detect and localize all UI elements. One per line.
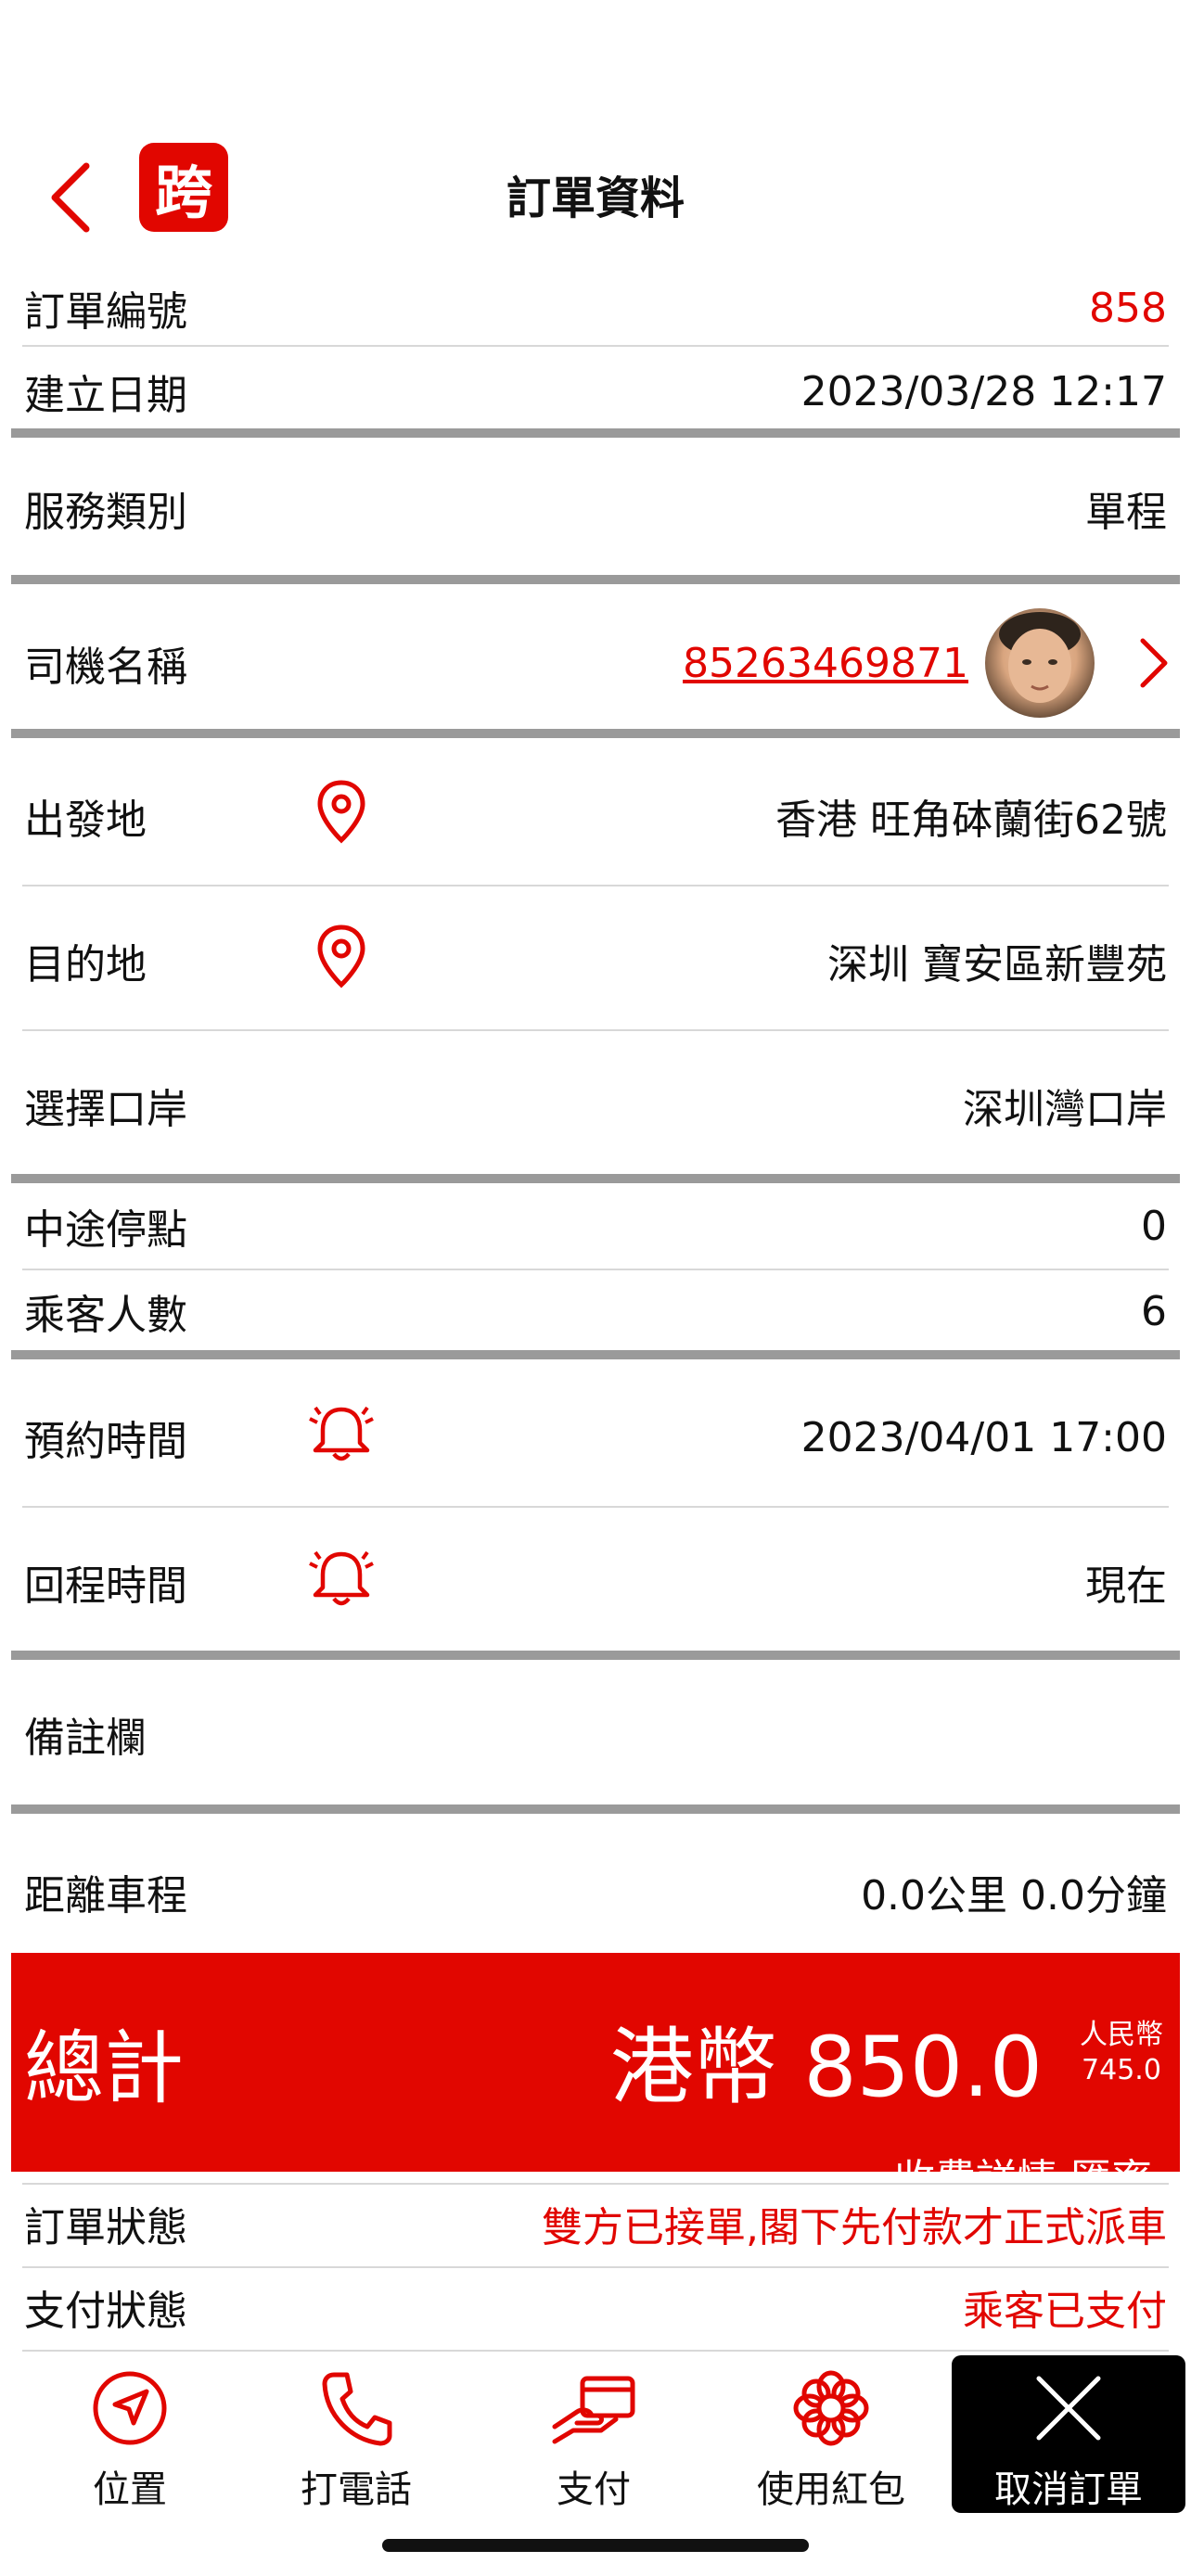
rmb-amount: 745.0 [1082, 2054, 1161, 2086]
total-amount-hkd: 港幣 850.0 [609, 2019, 1043, 2116]
use-coupon-button[interactable]: 使用紅包 [738, 2355, 924, 2513]
bottom-toolbar: 位置 打電話 支付 使用紅包 取消訂單 [0, 2355, 1191, 2513]
return-time-row[interactable]: 回程時間 現在 [22, 1545, 1169, 1619]
order-status-label: 訂單狀態 [24, 2204, 187, 2251]
divider [22, 1269, 1169, 1270]
payment-status-value: 乘客已支付 [963, 2288, 1167, 2335]
created-date-row: 建立日期 2023/03/28 12:17 [22, 362, 1169, 421]
distance-label: 距離車程 [24, 1872, 187, 1919]
port-label: 選擇口岸 [24, 1086, 187, 1133]
driver-avatar[interactable] [985, 608, 1095, 718]
alarm-bell-icon [306, 1400, 377, 1467]
order-number-row: 訂單編號 858 [22, 278, 1169, 338]
passengers-row: 乘客人數 6 [22, 1282, 1169, 1341]
return-time-value: 現在 [1085, 1562, 1167, 1610]
map-pin-icon [315, 779, 367, 844]
section-divider [11, 1174, 1180, 1183]
passengers-value: 6 [1141, 1287, 1167, 1335]
destination-row[interactable]: 目的地 深圳 寶安區新豐苑 [22, 924, 1169, 998]
payment-card-icon [549, 2363, 638, 2454]
page-title: 訂單資料 [506, 172, 685, 224]
driver-label: 司機名稱 [24, 644, 187, 691]
distance-value: 0.0公里 0.0分鐘 [861, 1872, 1167, 1919]
destination-value: 深圳 寶安區新豐苑 [827, 941, 1167, 988]
stops-label: 中途停點 [24, 1206, 187, 1254]
fee-detail-link[interactable]: 收費詳情 匯率 [894, 2146, 1152, 2172]
passengers-label: 乘客人數 [24, 1292, 187, 1339]
created-date-value: 2023/03/28 12:17 [800, 367, 1167, 415]
distance-row: 距離車程 0.0公里 0.0分鐘 [22, 1855, 1169, 1929]
divider [22, 2350, 1169, 2352]
origin-value: 香港 旺角砵蘭街62號 [775, 797, 1167, 844]
section-divider [11, 729, 1180, 738]
service-type-label: 服務類別 [24, 489, 187, 536]
pay-label: 支付 [557, 2468, 631, 2511]
section-divider [11, 1804, 1180, 1814]
alarm-bell-icon [306, 1545, 377, 1612]
stops-value: 0 [1141, 1202, 1167, 1250]
service-type-value: 單程 [1085, 489, 1167, 536]
location-label: 位置 [93, 2468, 167, 2511]
call-label: 打電話 [301, 2468, 412, 2511]
pay-button[interactable]: 支付 [501, 2355, 686, 2513]
location-button[interactable]: 位置 [37, 2355, 223, 2513]
use-coupon-label: 使用紅包 [757, 2468, 905, 2511]
notes-label: 備註欄 [24, 1715, 147, 1762]
navigation-icon [91, 2363, 169, 2454]
origin-label: 出發地 [24, 797, 147, 844]
map-pin-icon [315, 924, 367, 988]
stops-row: 中途停點 0 [22, 1196, 1169, 1256]
total-bar: 總計 港幣 850.0 人民幣 745.0 收費詳情 匯率 [11, 1953, 1180, 2172]
driver-phone-link[interactable]: 85263469871 [683, 640, 968, 687]
booking-time-label: 預約時間 [24, 1418, 187, 1465]
order-status-value: 雙方已接單,閣下先付款才正式派車 [542, 2204, 1167, 2251]
cancel-order-label: 取消訂單 [994, 2468, 1143, 2511]
cancel-order-button[interactable]: 取消訂單 [952, 2355, 1185, 2513]
booking-time-row[interactable]: 預約時間 2023/04/01 17:00 [22, 1400, 1169, 1474]
call-button[interactable]: 打電話 [263, 2355, 449, 2513]
total-amount-rmb: 人民幣 745.0 [1080, 2018, 1163, 2088]
order-number-label: 訂單編號 [24, 288, 187, 336]
port-value: 深圳灣口岸 [963, 1086, 1167, 1133]
rmb-label: 人民幣 [1080, 2019, 1163, 2051]
divider [22, 885, 1169, 886]
port-row[interactable]: 選擇口岸 深圳灣口岸 [22, 1068, 1169, 1142]
home-indicator[interactable] [382, 2539, 809, 2552]
section-divider [11, 1350, 1180, 1359]
close-icon [1031, 2363, 1106, 2454]
service-type-row: 服務類別 單程 [22, 478, 1169, 538]
flower-coupon-icon [791, 2363, 871, 2454]
avatar-face-icon [999, 612, 1081, 703]
payment-status-row: 支付狀態 乘客已支付 [22, 2277, 1169, 2337]
header: 跨 訂單資料 [0, 130, 1191, 260]
return-time-label: 回程時間 [24, 1562, 187, 1610]
total-label: 總計 [24, 2022, 184, 2115]
driver-row[interactable]: 司機名稱 85263469871 [22, 603, 1169, 723]
payment-status-label: 支付狀態 [24, 2288, 187, 2335]
divider [22, 1029, 1169, 1031]
created-date-label: 建立日期 [24, 372, 187, 419]
divider [22, 2183, 1169, 2185]
order-number-value: 858 [1089, 284, 1167, 332]
divider [22, 2266, 1169, 2268]
section-divider [11, 1651, 1180, 1660]
divider [22, 345, 1169, 347]
destination-label: 目的地 [24, 941, 147, 988]
booking-time-value: 2023/04/01 17:00 [800, 1413, 1167, 1461]
chevron-right-icon[interactable] [1137, 637, 1169, 689]
phone-icon [319, 2363, 393, 2454]
section-divider [11, 428, 1180, 438]
divider [22, 1506, 1169, 1508]
order-status-row: 訂單狀態 雙方已接單,閣下先付款才正式派車 [22, 2194, 1169, 2253]
section-divider [11, 575, 1180, 584]
origin-row[interactable]: 出發地 香港 旺角砵蘭街62號 [22, 779, 1169, 853]
notes-row[interactable]: 備註欄 [22, 1697, 1169, 1771]
